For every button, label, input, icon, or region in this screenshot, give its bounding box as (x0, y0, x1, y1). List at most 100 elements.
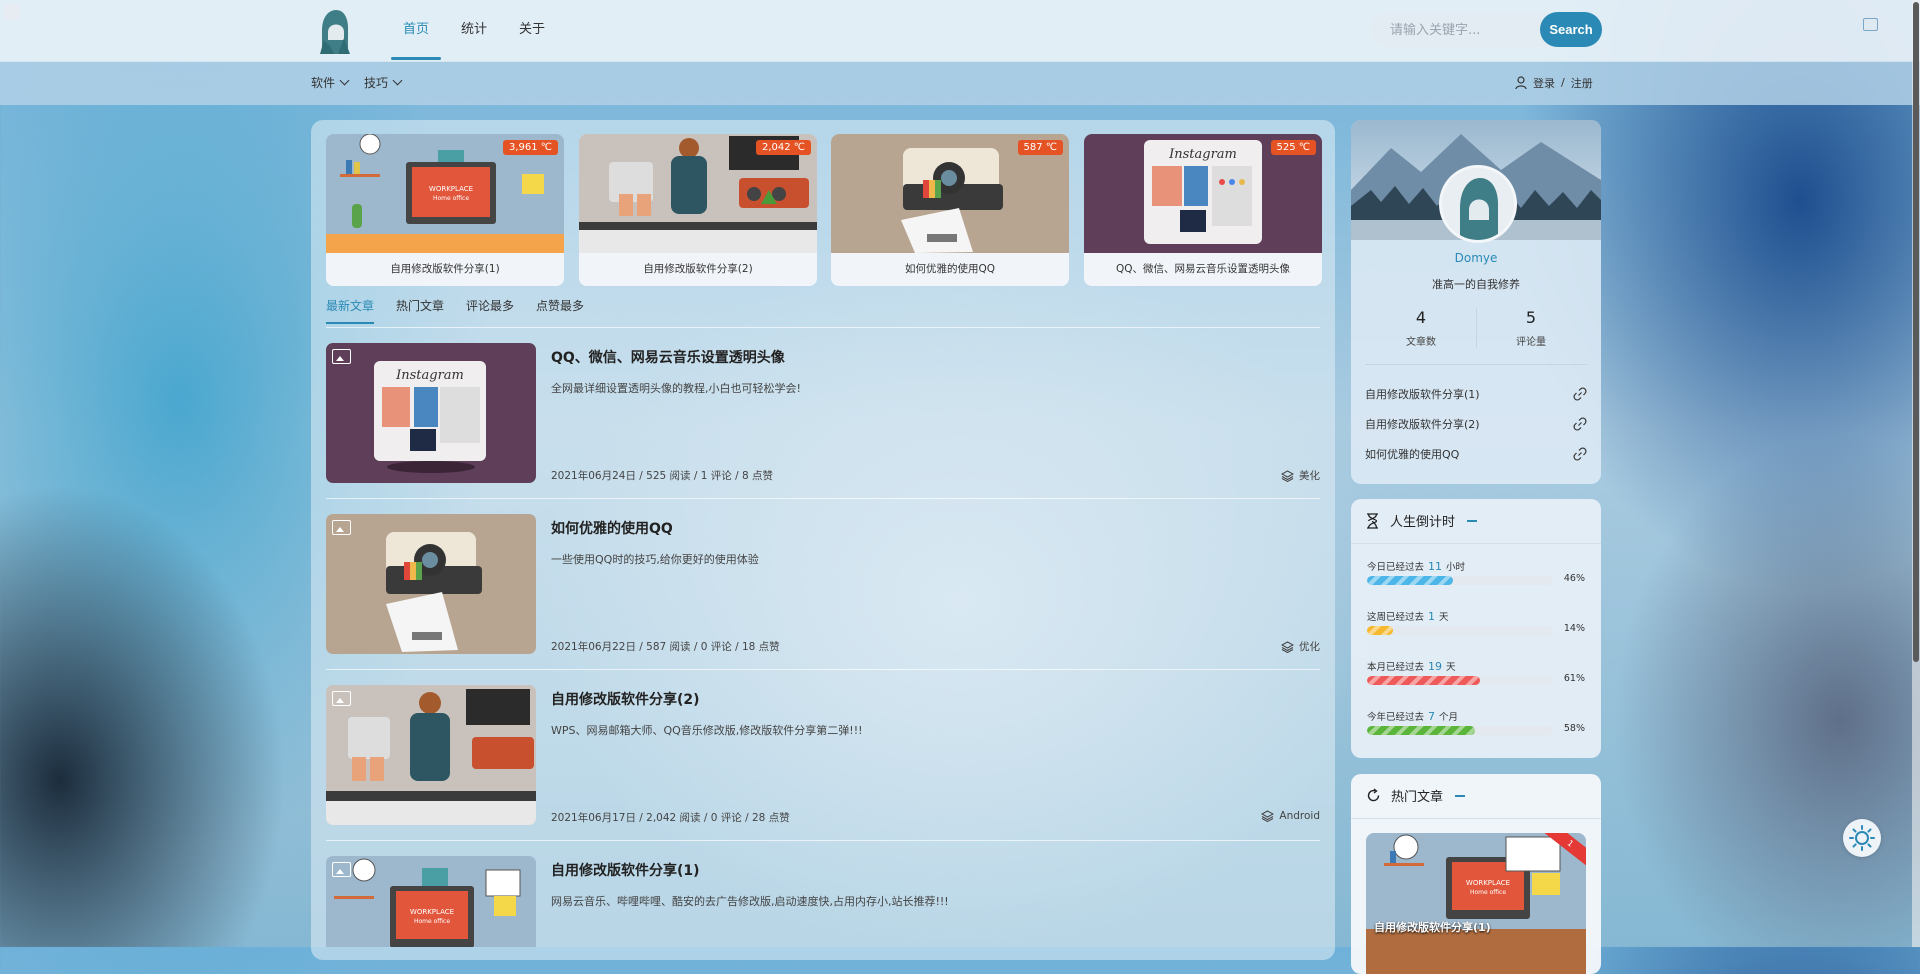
countdown-number: 1 (1428, 610, 1436, 623)
featured-card[interactable]: 2,042 ℃ 自用修改版软件分享(2) (579, 134, 817, 286)
temperature-badge: 2,042 ℃ (755, 140, 811, 155)
progress-percent: 46% (1563, 573, 1585, 584)
chevron-down-icon (392, 75, 403, 86)
page-scrollbar[interactable] (1912, 0, 1920, 947)
nav-home[interactable]: 首页 (391, 0, 442, 61)
post-category[interactable]: 美化 (1281, 468, 1320, 483)
svg-text:WORKPLACE: WORKPLACE (410, 908, 454, 916)
post-title[interactable]: 自用修改版软件分享(2) (551, 689, 700, 709)
widget-title-text: 热门文章 (1391, 790, 1444, 805)
post-meta: 2021年06月17日 / 2,042 阅读 / 0 评论 / 28 点赞 (551, 812, 790, 824)
hot-post-title[interactable]: 自用修改版软件分享(1) (1374, 919, 1491, 935)
post-category-label: 美化 (1299, 470, 1320, 482)
search-button[interactable]: Search (1540, 12, 1602, 47)
progress-bar (1367, 626, 1553, 635)
nav-about[interactable]: 关于 (507, 0, 557, 61)
progress-bar (1367, 726, 1553, 735)
profile-name[interactable]: Domye (1351, 251, 1601, 265)
progress-fill (1367, 676, 1481, 685)
post-description: 一些使用QQ时的技巧,给你更好的使用体验 (551, 553, 759, 566)
post-item[interactable]: 自用修改版软件分享(2) WPS、网易邮箱大师、QQ音乐修改版,修改版软件分享第… (326, 685, 1320, 841)
featured-card[interactable]: 587 ℃ 如何优雅的使用QQ (831, 134, 1069, 286)
stat-articles-label: 文章数 (1406, 337, 1436, 348)
menu-tips-label: 技巧 (364, 76, 389, 90)
post-title[interactable]: QQ、微信、网易云音乐设置透明头像 (551, 347, 785, 367)
featured-title: 如何优雅的使用QQ (831, 253, 1069, 286)
featured-title: QQ、微信、网易云音乐设置透明头像 (1084, 253, 1322, 286)
progress-fill (1367, 626, 1394, 635)
tab-most-comments[interactable]: 评论最多 (466, 298, 514, 326)
post-description: WPS、网易邮箱大师、QQ音乐修改版,修改版软件分享第二弹!!! (551, 724, 863, 737)
featured-card[interactable]: WORKPLACE Home office 3,961 ℃ 自用修改版软件分享(1… (326, 134, 564, 286)
search-input[interactable] (1388, 12, 1542, 49)
post-meta: 2021年06月24日 / 525 阅读 / 1 评论 / 8 点赞 (551, 470, 773, 482)
post-item[interactable]: Instagram QQ、微信、网易云音乐设置透明头像 全网最详细设置透明头像的… (326, 343, 1320, 499)
theme-toggle-button[interactable] (1843, 819, 1881, 857)
svg-text:Home office: Home office (1470, 889, 1506, 896)
nav-stats[interactable]: 统计 (449, 0, 499, 61)
image-icon[interactable] (1863, 18, 1878, 31)
featured-image: WORKPLACE Home office 3,961 ℃ (326, 134, 564, 253)
post-meta: 2021年06月22日 / 587 阅读 / 0 评论 / 18 点赞 (551, 641, 780, 653)
progress-fill (1367, 726, 1475, 735)
countdown-number: 19 (1428, 660, 1443, 673)
image-icon (332, 520, 351, 535)
register-link[interactable]: 注册 (1571, 75, 1593, 91)
post-title[interactable]: 自用修改版软件分享(1) (551, 860, 700, 880)
tabs-divider (326, 327, 1320, 328)
avatar[interactable] (1439, 165, 1517, 243)
svg-text:WORKPLACE: WORKPLACE (1466, 879, 1510, 887)
post-thumbnail[interactable] (326, 514, 536, 654)
widget-title: 热门文章 (1366, 786, 1466, 805)
hot-post-cover[interactable]: WORKPLACE Home office 自用修改版软件分享(1) 1 (1366, 833, 1586, 974)
site-logo[interactable] (314, 8, 354, 56)
profile-link[interactable]: 自用修改版软件分享(2) (1365, 416, 1587, 432)
post-category[interactable]: 优化 (1281, 639, 1320, 654)
tab-popular[interactable]: 热门文章 (396, 298, 444, 326)
progress-bar (1367, 676, 1553, 685)
stat-comments-value: 5 (1525, 308, 1537, 327)
svg-text:Instagram: Instagram (395, 368, 464, 383)
svg-text:Home office: Home office (433, 195, 469, 202)
featured-image: Instagram 525 ℃ (1084, 134, 1322, 253)
profile-link-label: 如何优雅的使用QQ (1365, 448, 1460, 461)
link-icon (1573, 417, 1587, 431)
countdown-row: 这周已经过去 1 天 14% (1367, 609, 1585, 635)
post-divider (326, 498, 1320, 499)
profile-link[interactable]: 如何优雅的使用QQ (1365, 446, 1587, 462)
image-icon (332, 691, 351, 706)
auth-separator: / (1561, 76, 1565, 89)
featured-image: 587 ℃ (831, 134, 1069, 253)
user-icon (1515, 75, 1527, 89)
temperature-badge: 3,961 ℃ (502, 140, 558, 155)
post-category[interactable]: Android (1261, 810, 1320, 822)
top-nav-bar (0, 0, 1920, 61)
featured-title: 自用修改版软件分享(2) (579, 253, 817, 286)
profile-link[interactable]: 自用修改版软件分享(1) (1365, 386, 1587, 402)
post-item[interactable]: WORKPLACE Home office 自用修改版软件分享(1) 网易云音乐、… (326, 856, 1320, 947)
post-thumbnail[interactable]: WORKPLACE Home office (326, 856, 536, 947)
menu-software[interactable]: 软件 (311, 74, 350, 91)
post-title[interactable]: 如何优雅的使用QQ (551, 518, 673, 538)
profile-card: Domye 准高一的自我修养 4 文章数 5 评论量 自用修改版软件分享(1) … (1351, 120, 1601, 484)
tab-most-likes[interactable]: 点赞最多 (536, 298, 584, 326)
countdown-prefix: 这周已经过去 (1367, 612, 1425, 623)
post-thumbnail[interactable]: Instagram (326, 343, 536, 483)
countdown-prefix: 今年已经过去 (1367, 712, 1425, 723)
login-link[interactable]: 登录 (1533, 75, 1555, 91)
scrollbar-thumb[interactable] (1913, 2, 1919, 662)
post-thumbnail[interactable] (326, 685, 536, 825)
menu-software-label: 软件 (311, 76, 336, 90)
featured-card[interactable]: Instagram 525 ℃ QQ、微信、网易云音乐设置透明头像 (1084, 134, 1322, 286)
stat-comments-label: 评论量 (1516, 337, 1546, 348)
tab-latest[interactable]: 最新文章 (326, 298, 375, 326)
svg-text:WORKPLACE: WORKPLACE (429, 185, 473, 193)
post-tabs: 最新文章 热门文章 评论最多 点赞最多 (326, 298, 606, 326)
post-description: 网易云音乐、哔哩哔哩、酷安的去广告修改版,启动速度快,占用内存小,站长推荐!!! (551, 895, 949, 908)
refresh-icon (1367, 788, 1380, 802)
menu-tips[interactable]: 技巧 (364, 74, 403, 91)
layers-icon (1281, 469, 1294, 482)
progress-fill (1367, 576, 1453, 585)
image-icon (332, 349, 351, 364)
post-item[interactable]: 如何优雅的使用QQ 一些使用QQ时的技巧,给你更好的使用体验 2021年06月2… (326, 514, 1320, 670)
